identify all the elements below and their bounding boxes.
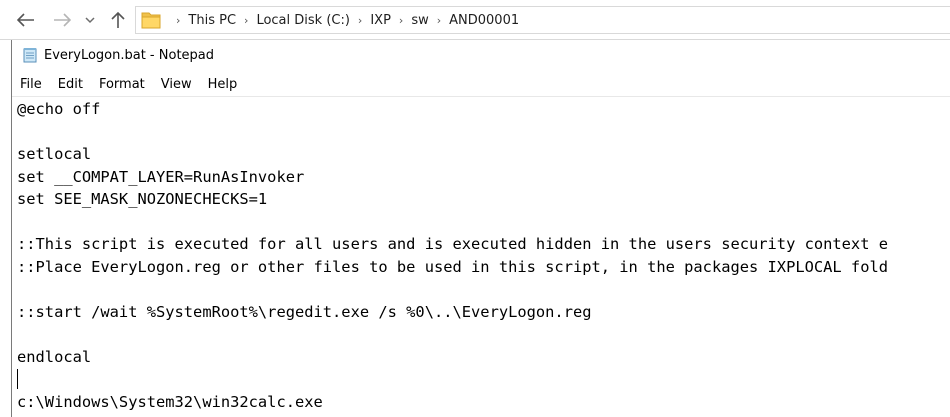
forward-button[interactable] xyxy=(50,8,74,32)
menu-view[interactable]: View xyxy=(153,77,200,92)
address-bar[interactable]: › This PC › Local Disk (C:) › IXP › sw ›… xyxy=(135,6,950,34)
arrow-up-icon xyxy=(111,11,125,28)
code-line: @echo off xyxy=(17,100,101,118)
code-line: endlocal xyxy=(17,347,92,366)
code-line: set SEE_MASK_NOZONECHECKS=1 xyxy=(17,190,268,208)
up-button[interactable] xyxy=(106,8,130,32)
breadcrumb-separator-icon[interactable]: › xyxy=(399,14,403,27)
code-line: set __COMPAT_LAYER=RunAsInvoker xyxy=(17,167,305,186)
breadcrumb-separator-icon[interactable]: › xyxy=(437,14,441,27)
text-editor[interactable]: @echo off setlocal set __COMPAT_LAYER=Ru… xyxy=(12,98,950,417)
breadcrumb-sw[interactable]: sw xyxy=(411,13,428,28)
menu-file[interactable]: File xyxy=(12,77,50,92)
code-line: ::This script is executed for all users … xyxy=(17,235,888,253)
window-title: EveryLogon.bat - Notepad xyxy=(44,47,215,63)
breadcrumb-ixp[interactable]: IXP xyxy=(370,13,391,28)
breadcrumb-separator-icon[interactable]: › xyxy=(176,14,180,27)
code-line: ::Place EveryLogon.reg or other files to… xyxy=(17,257,888,276)
explorer-toolbar: › This PC › Local Disk (C:) › IXP › sw ›… xyxy=(0,0,950,40)
breadcrumb-separator-icon[interactable]: › xyxy=(244,14,248,27)
breadcrumb-local-disk[interactable]: Local Disk (C:) xyxy=(256,13,349,28)
menu-bar: File Edit Format View Help xyxy=(12,73,950,97)
menu-help[interactable]: Help xyxy=(200,77,246,92)
chevron-down-icon xyxy=(85,17,95,24)
notepad-titlebar[interactable]: EveryLogon.bat - Notepad xyxy=(12,40,950,70)
notepad-icon xyxy=(23,48,37,63)
arrow-left-icon xyxy=(17,13,34,27)
menu-edit[interactable]: Edit xyxy=(50,77,91,92)
arrow-right-icon xyxy=(54,13,71,27)
breadcrumb-and00001[interactable]: AND00001 xyxy=(449,13,519,28)
code-line: setlocal xyxy=(17,145,92,163)
breadcrumb-separator-icon[interactable]: › xyxy=(358,14,362,27)
back-button[interactable] xyxy=(14,8,38,32)
recent-locations-button[interactable] xyxy=(82,8,98,32)
breadcrumb-this-pc[interactable]: This PC xyxy=(188,13,236,28)
menu-format[interactable]: Format xyxy=(91,77,153,92)
code-line: ::start /wait %SystemRoot%\regedit.exe /… xyxy=(17,302,592,321)
notepad-window: EveryLogon.bat - Notepad File Edit Forma… xyxy=(11,40,950,417)
code-line: c:\Windows\System32\win32calc.exe xyxy=(17,392,323,411)
folder-icon xyxy=(141,12,161,29)
text-caret xyxy=(17,369,18,389)
